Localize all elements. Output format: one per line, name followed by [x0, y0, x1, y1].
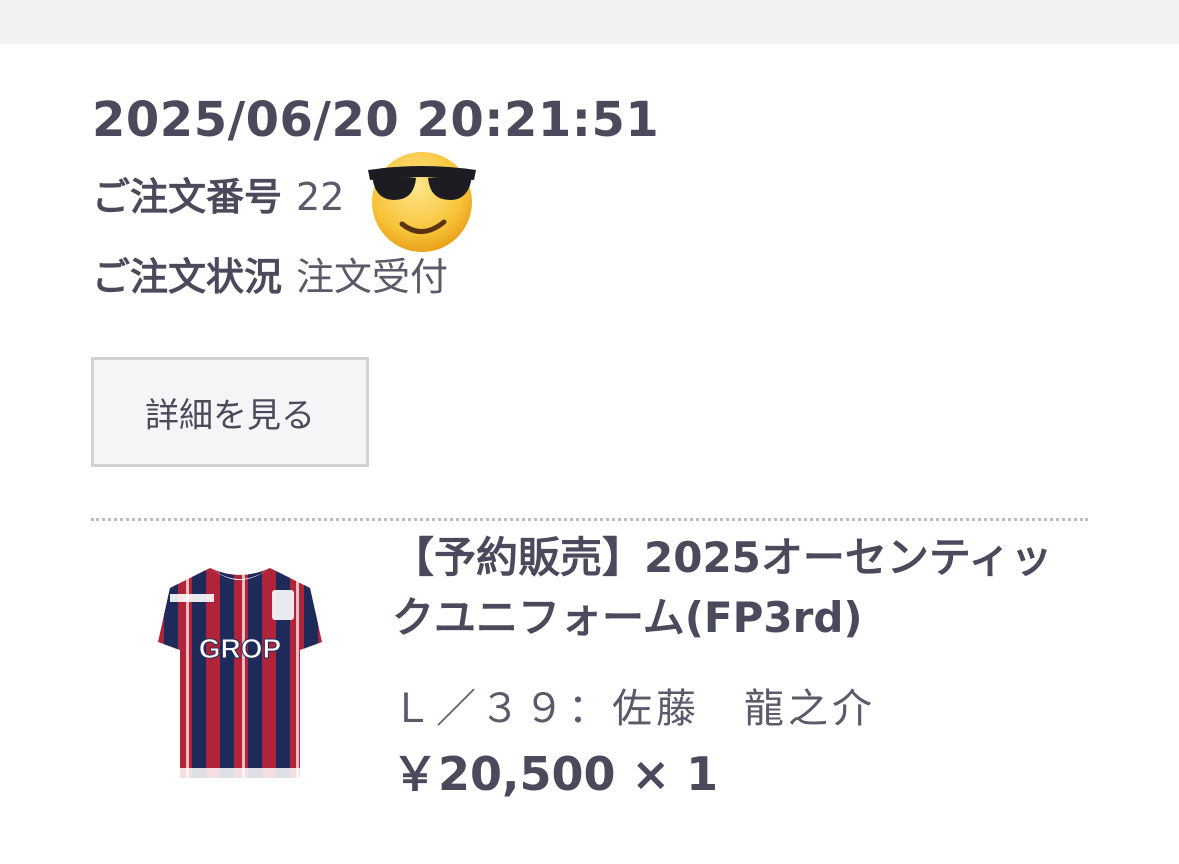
divider: [91, 518, 1088, 521]
jersey-image: GROP: [158, 568, 322, 778]
item-option: Ｌ／３９：佐藤 龍之介: [392, 686, 876, 732]
jersey-sponsor-text: GROP: [199, 633, 281, 664]
order-number-row: ご注文番号 22: [92, 172, 344, 222]
top-bar: [0, 0, 1179, 44]
order-number-value: 22: [296, 175, 345, 219]
view-details-button[interactable]: 詳細を見る: [91, 357, 369, 467]
order-summary: 2025/06/20 20:21:51 ご注文番号 22 ご注文状況 注文受付: [92, 90, 1092, 299]
item-quantity: × 1: [631, 747, 719, 801]
order-number-label: ご注文番号: [92, 175, 283, 219]
order-datetime: 2025/06/20 20:21:51: [92, 92, 660, 148]
order-status-value: 注文受付: [296, 255, 449, 299]
item-title[interactable]: 【予約販売】2025オーセンティックユニフォーム(FP3rd): [392, 528, 1082, 648]
item-price: ￥20,500: [392, 747, 616, 801]
order-status-row: ご注文状況 注文受付: [92, 252, 448, 302]
order-status-label: ご注文状況: [92, 255, 283, 299]
item-price-row: ￥20,500 × 1: [392, 746, 718, 802]
sunglasses-emoji-icon: [368, 152, 476, 252]
